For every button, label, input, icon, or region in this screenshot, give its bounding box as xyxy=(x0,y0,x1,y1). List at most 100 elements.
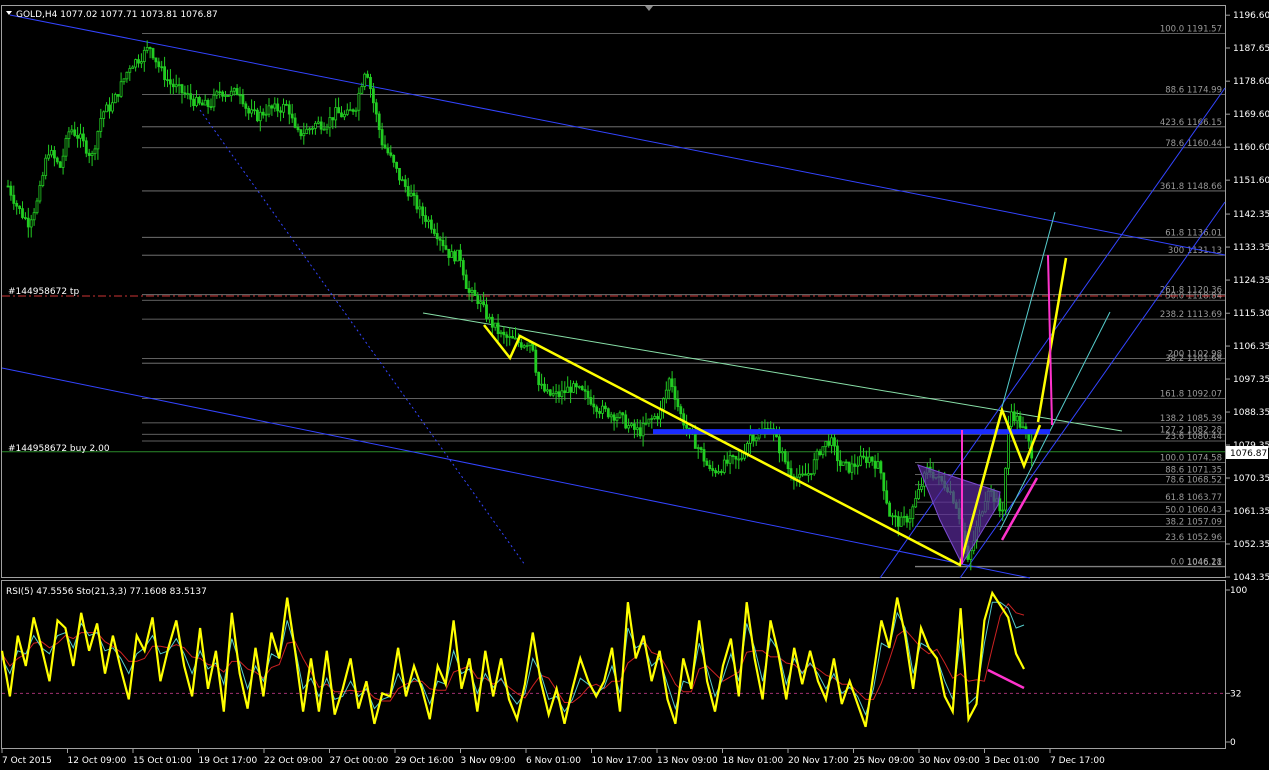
candle-body xyxy=(322,128,326,131)
candle-body xyxy=(403,179,407,187)
candle-body xyxy=(148,47,152,49)
candle-body xyxy=(844,461,848,464)
candle-body xyxy=(841,461,845,466)
candle-body xyxy=(749,434,752,444)
candle-body xyxy=(351,109,355,112)
candle-body xyxy=(627,425,630,429)
candle-body xyxy=(432,228,436,234)
candle-body xyxy=(299,129,303,137)
candle-body xyxy=(487,316,491,320)
candle-body xyxy=(644,422,648,425)
candle-body xyxy=(206,99,210,107)
candle-body xyxy=(899,516,903,527)
chart-canvas[interactable]: 100.0 1191.57 88.6 1174.99 423.6 1166.15 78… xyxy=(0,0,1269,770)
candle-body xyxy=(548,389,552,396)
candle-body xyxy=(780,451,784,454)
candle-body xyxy=(453,251,457,262)
candle-body xyxy=(84,140,88,154)
candle-body xyxy=(737,458,741,461)
candle-body xyxy=(633,423,636,430)
candle-body xyxy=(746,442,749,454)
candle-body xyxy=(151,48,155,59)
candle-body xyxy=(902,515,906,518)
candle-body xyxy=(586,390,590,398)
fib-level-label: 88.6 1071.35 xyxy=(1165,465,1222,475)
candle-body xyxy=(244,103,248,109)
candle-body xyxy=(441,239,445,247)
fib-level-label: 161.8 1092.07 xyxy=(1160,389,1222,399)
price-tick-label: 1061.35 xyxy=(1233,507,1269,517)
candle-body xyxy=(279,110,283,113)
candle-body xyxy=(580,386,584,391)
candle-body xyxy=(667,378,671,391)
candle-body xyxy=(203,99,207,106)
candle-body xyxy=(93,148,97,155)
candle-body xyxy=(595,406,599,412)
candle-body xyxy=(711,468,715,471)
candle-body xyxy=(754,437,758,442)
candle-body xyxy=(192,98,196,107)
indicator-header: RSI(5) 47.5556 Sto(21,3,3) 77.1608 83.51… xyxy=(6,587,207,597)
candle-body xyxy=(499,331,503,335)
candle-body xyxy=(18,205,22,210)
fib-level-label: 300 1131.13 xyxy=(1168,246,1222,256)
candle-body xyxy=(682,413,686,426)
price-tick-label: 1043.35 xyxy=(1233,573,1269,583)
candle-body xyxy=(325,126,329,130)
candle-body xyxy=(720,471,723,473)
candle-body xyxy=(166,79,169,82)
candle-body xyxy=(807,473,810,476)
candle-body xyxy=(293,117,297,128)
candle-body xyxy=(664,389,668,400)
candle-body xyxy=(380,129,384,146)
candle-body xyxy=(105,104,108,113)
rsi-tick-label: 0 xyxy=(1230,738,1236,748)
candle-body xyxy=(400,179,404,182)
candle-body xyxy=(145,47,149,51)
candle-body xyxy=(490,316,494,328)
candle-body xyxy=(464,274,468,289)
candle-body xyxy=(58,161,62,168)
candle-body xyxy=(838,460,842,466)
candle-body xyxy=(554,391,558,394)
time-tick-label: 15 Oct 01:00 xyxy=(133,756,192,766)
candle-body xyxy=(221,91,225,97)
candle-body xyxy=(319,121,323,130)
candle-body xyxy=(630,423,633,426)
candle-body xyxy=(693,433,697,449)
candle-body xyxy=(551,393,555,396)
candle-body xyxy=(705,460,709,466)
candle-body xyxy=(296,126,300,131)
price-tick-label: 1052.35 xyxy=(1233,540,1269,550)
candle-body xyxy=(334,107,338,121)
candle-body xyxy=(1001,509,1005,512)
candle-body xyxy=(189,93,193,100)
candle-body xyxy=(64,138,68,157)
price-tick-label: 1070.35 xyxy=(1233,474,1269,484)
candle-body xyxy=(363,73,367,87)
candle-body xyxy=(32,212,36,221)
candle-body xyxy=(438,238,442,241)
candle-body xyxy=(398,167,401,181)
candle-body xyxy=(55,157,59,163)
fib-level-label: 78.6 1068.52 xyxy=(1165,476,1222,486)
price-tick-label: 1178.60 xyxy=(1233,77,1269,87)
candle-body xyxy=(882,472,886,492)
candle-body xyxy=(870,456,874,462)
candle-body xyxy=(493,322,497,328)
candle-body xyxy=(76,135,79,139)
candle-body xyxy=(139,61,143,64)
candle-body xyxy=(180,84,184,94)
candle-body xyxy=(247,107,251,114)
candle-body xyxy=(560,390,564,397)
candle-body xyxy=(421,206,425,216)
candle-body xyxy=(662,398,665,410)
candle-body xyxy=(447,248,451,258)
candle-body xyxy=(229,90,233,97)
candle-body xyxy=(116,94,120,97)
time-tick-label: 7 Oct 2015 xyxy=(2,756,52,766)
candle-body xyxy=(601,405,604,414)
candle-body xyxy=(836,445,839,462)
candle-body xyxy=(200,102,204,106)
candle-body xyxy=(183,92,187,95)
